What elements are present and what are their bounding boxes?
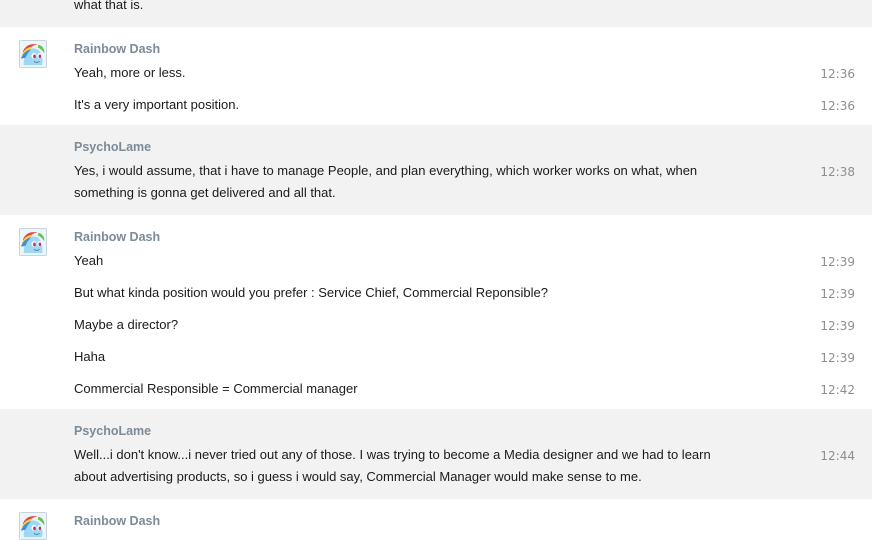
avatar[interactable] <box>19 512 47 540</box>
message-timestamp: 12:44 <box>820 449 855 463</box>
message-group: Rainbow Dash <box>0 499 872 540</box>
rainbow-dash-avatar-icon <box>20 229 46 255</box>
message-text: Yes, i would assume, that i have to mana… <box>74 163 698 200</box>
message-text: what that is. <box>74 0 144 12</box>
message-timestamp: 12:39 <box>820 319 855 333</box>
sender-name[interactable]: Rainbow Dash <box>74 42 160 57</box>
avatar[interactable] <box>19 228 47 256</box>
message-timestamp: 12:36 <box>820 99 855 113</box>
message-text: Commercial Responsible = Commercial mana… <box>74 381 358 396</box>
message-timestamp: 12:36 <box>820 67 855 81</box>
message-timestamp: 12:42 <box>820 383 855 397</box>
sender-name[interactable]: PsychoLame <box>74 424 151 439</box>
message-timestamp: 12:39 <box>820 351 855 365</box>
message-group: PsychoLame Well...i don't know...i never… <box>0 409 872 499</box>
message-timestamp: 12:39 <box>820 255 855 269</box>
message-text: But what kinda position would you prefer… <box>74 285 549 300</box>
avatar[interactable] <box>19 40 47 68</box>
sender-name[interactable]: Rainbow Dash <box>74 230 160 245</box>
message-text: Maybe a director? <box>74 317 179 332</box>
rainbow-dash-avatar-icon <box>20 41 46 67</box>
message-group: Rainbow Dash Yeah 12:39 But what kinda p… <box>0 215 872 409</box>
message-group: PsychoLame Yes, i would assume, that i h… <box>0 125 872 215</box>
message-text: It's a very important position. <box>74 97 240 112</box>
message-timestamp: 12:39 <box>820 287 855 301</box>
message-text: Yeah <box>74 253 104 268</box>
rainbow-dash-avatar-icon <box>20 513 46 539</box>
message-text: Yeah, more or less. <box>74 65 186 80</box>
message-group: what that is. <box>0 0 872 27</box>
message-group: Rainbow Dash Yeah, more or less. 12:36 I… <box>0 27 872 125</box>
sender-name[interactable]: PsychoLame <box>74 140 151 155</box>
message-text: Haha <box>74 349 106 364</box>
message-text: Well...i don't know...i never tried out … <box>74 447 711 484</box>
message-timestamp: 12:38 <box>820 165 855 179</box>
chat-log: what that is. Rainbow Dash Yeah, more or… <box>0 0 872 540</box>
